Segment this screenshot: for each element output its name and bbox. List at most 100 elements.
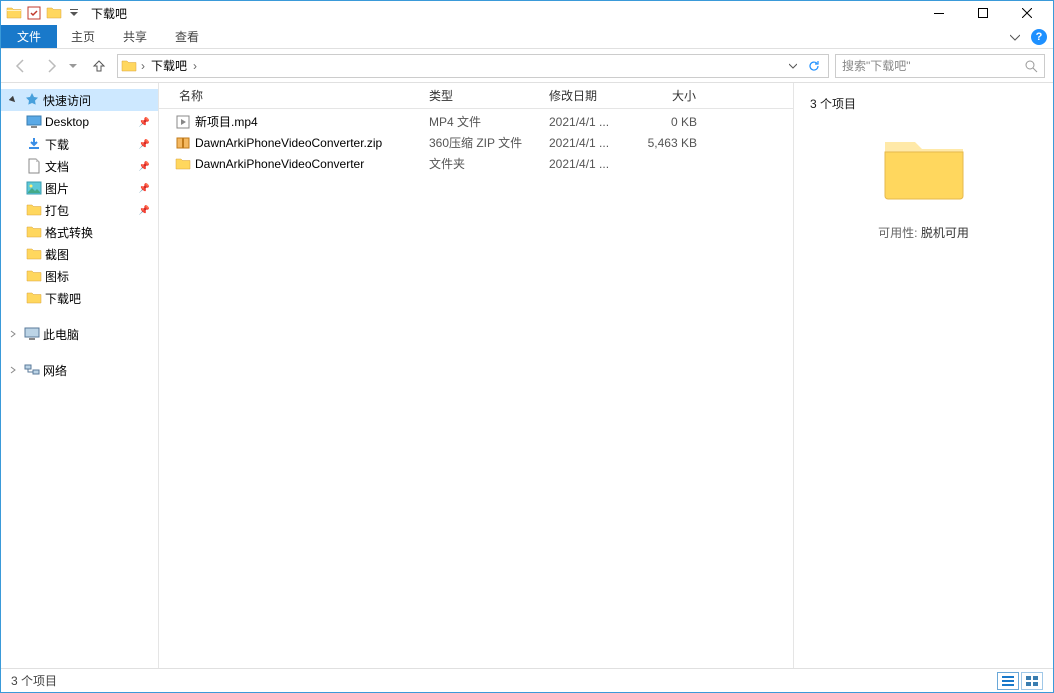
file-row[interactable]: DawnArkiPhoneVideoConverter 文件夹 2021/4/1… [159,153,793,174]
sidebar-item-label: 图片 [45,180,69,197]
document-icon [25,157,43,175]
column-date[interactable]: 修改日期 [541,83,623,108]
search-icon[interactable] [1024,59,1038,73]
history-dropdown-icon[interactable] [69,62,81,70]
file-name: DawnArkiPhoneVideoConverter.zip [195,136,382,150]
column-type[interactable]: 类型 [421,83,541,108]
column-size[interactable]: 大小 [623,83,705,108]
sidebar-item-pack[interactable]: 打包 📌 [1,199,158,221]
back-button[interactable] [9,54,33,78]
search-input[interactable] [842,59,1024,73]
sidebar-item-label: 文档 [45,158,69,175]
file-size: 5,463 KB [623,136,705,150]
sidebar-item-downloads[interactable]: 下载 📌 [1,133,158,155]
file-type: 360压缩 ZIP 文件 [421,134,541,151]
tab-view[interactable]: 查看 [161,25,213,48]
search-box[interactable] [835,54,1045,78]
main-area: 快速访问 Desktop 📌 下载 📌 文档 📌 [1,83,1053,668]
close-button[interactable] [1005,1,1049,25]
sidebar-item-network[interactable]: 网络 [1,359,158,381]
sidebar-item-desktop[interactable]: Desktop 📌 [1,111,158,133]
pictures-icon [25,179,43,197]
folder-icon [120,57,138,75]
up-button[interactable] [87,54,111,78]
preview-pane: 3 个项目 可用性: 脱机可用 [793,83,1053,668]
pin-icon: 📌 [139,117,150,128]
title-bar: 下载吧 [1,1,1053,25]
file-row[interactable]: DawnArkiPhoneVideoConverter.zip 360压缩 ZI… [159,132,793,153]
help-icon[interactable]: ? [1031,29,1047,45]
star-icon [23,91,41,109]
maximize-button[interactable] [961,1,1005,25]
navigation-pane: 快速访问 Desktop 📌 下载 📌 文档 📌 [1,83,159,668]
sidebar-item-label: 下载 [45,136,69,153]
tab-share[interactable]: 共享 [109,25,161,48]
sidebar-item-label: 网络 [43,362,67,379]
sidebar-item-xiazaiba[interactable]: 下载吧 [1,287,158,309]
sidebar-item-documents[interactable]: 文档 📌 [1,155,158,177]
file-size: 0 KB [623,115,705,129]
qat-dropdown-icon[interactable] [65,4,83,22]
chevron-right-icon[interactable]: › [138,59,148,73]
sidebar-item-label: 下载吧 [45,290,81,307]
sidebar-item-pictures[interactable]: 图片 📌 [1,177,158,199]
column-headers: 名称 类型 修改日期 大小 [159,83,793,109]
network-icon [23,361,41,379]
navigation-bar: › 下载吧 › [1,49,1053,83]
expand-icon[interactable] [9,330,21,338]
forward-button[interactable] [39,54,63,78]
sidebar-item-label: 快速访问 [43,92,91,109]
sidebar-item-label: 此电脑 [43,326,79,343]
file-type: MP4 文件 [421,113,541,130]
folder-icon [175,156,191,172]
file-date: 2021/4/1 ... [541,157,623,171]
sidebar-item-screenshot[interactable]: 截图 [1,243,158,265]
column-name[interactable]: 名称 [171,83,421,108]
folder-icon [5,4,23,22]
address-bar[interactable]: › 下载吧 › [117,54,829,78]
zip-file-icon [175,135,191,151]
file-row[interactable]: 新项目.mp4 MP4 文件 2021/4/1 ... 0 KB [159,111,793,132]
ribbon-right: ? [1005,25,1053,48]
folder-icon [25,267,43,285]
tab-file[interactable]: 文件 [1,25,57,48]
file-type: 文件夹 [421,155,541,172]
file-list[interactable]: 新项目.mp4 MP4 文件 2021/4/1 ... 0 KB DawnArk… [159,109,793,668]
status-view-buttons [997,672,1043,690]
quick-access-toolbar [5,4,83,22]
sidebar-item-thispc[interactable]: 此电脑 [1,323,158,345]
folder-icon [25,223,43,241]
folder-icon [45,4,63,22]
collapse-icon[interactable] [9,96,21,104]
address-segment[interactable]: 下载吧 [148,55,190,77]
window-controls [917,1,1049,25]
content-pane: 名称 类型 修改日期 大小 新项目.mp4 MP4 文件 2021/4/1 ..… [159,83,793,668]
sidebar-item-label: 截图 [45,246,69,263]
large-icons-view-button[interactable] [1021,672,1043,690]
address-dropdown-icon[interactable] [782,55,802,77]
preview-count: 3 个项目 [810,95,856,112]
status-text: 3 个项目 [11,672,57,689]
desktop-icon [25,113,43,131]
download-icon [25,135,43,153]
sidebar-item-label: 图标 [45,268,69,285]
sidebar-item-format[interactable]: 格式转换 [1,221,158,243]
sidebar-item-iconfolder[interactable]: 图标 [1,265,158,287]
details-view-button[interactable] [997,672,1019,690]
pin-icon: 📌 [139,161,150,172]
ribbon-tabs: 文件 主页 共享 查看 ? [1,25,1053,49]
tab-home[interactable]: 主页 [57,25,109,48]
preview-availability: 可用性: 脱机可用 [878,224,969,241]
file-name: 新项目.mp4 [195,113,258,130]
refresh-icon[interactable] [802,55,826,77]
pin-icon: 📌 [139,139,150,150]
minimize-button[interactable] [917,1,961,25]
pin-icon: 📌 [139,183,150,194]
expand-ribbon-icon[interactable] [1005,27,1025,47]
availability-label: 可用性: [878,226,917,240]
chevron-right-icon[interactable]: › [190,59,200,73]
folder-icon [25,245,43,263]
sidebar-item-quickaccess[interactable]: 快速访问 [1,89,158,111]
properties-icon[interactable] [25,4,43,22]
expand-icon[interactable] [9,366,21,374]
